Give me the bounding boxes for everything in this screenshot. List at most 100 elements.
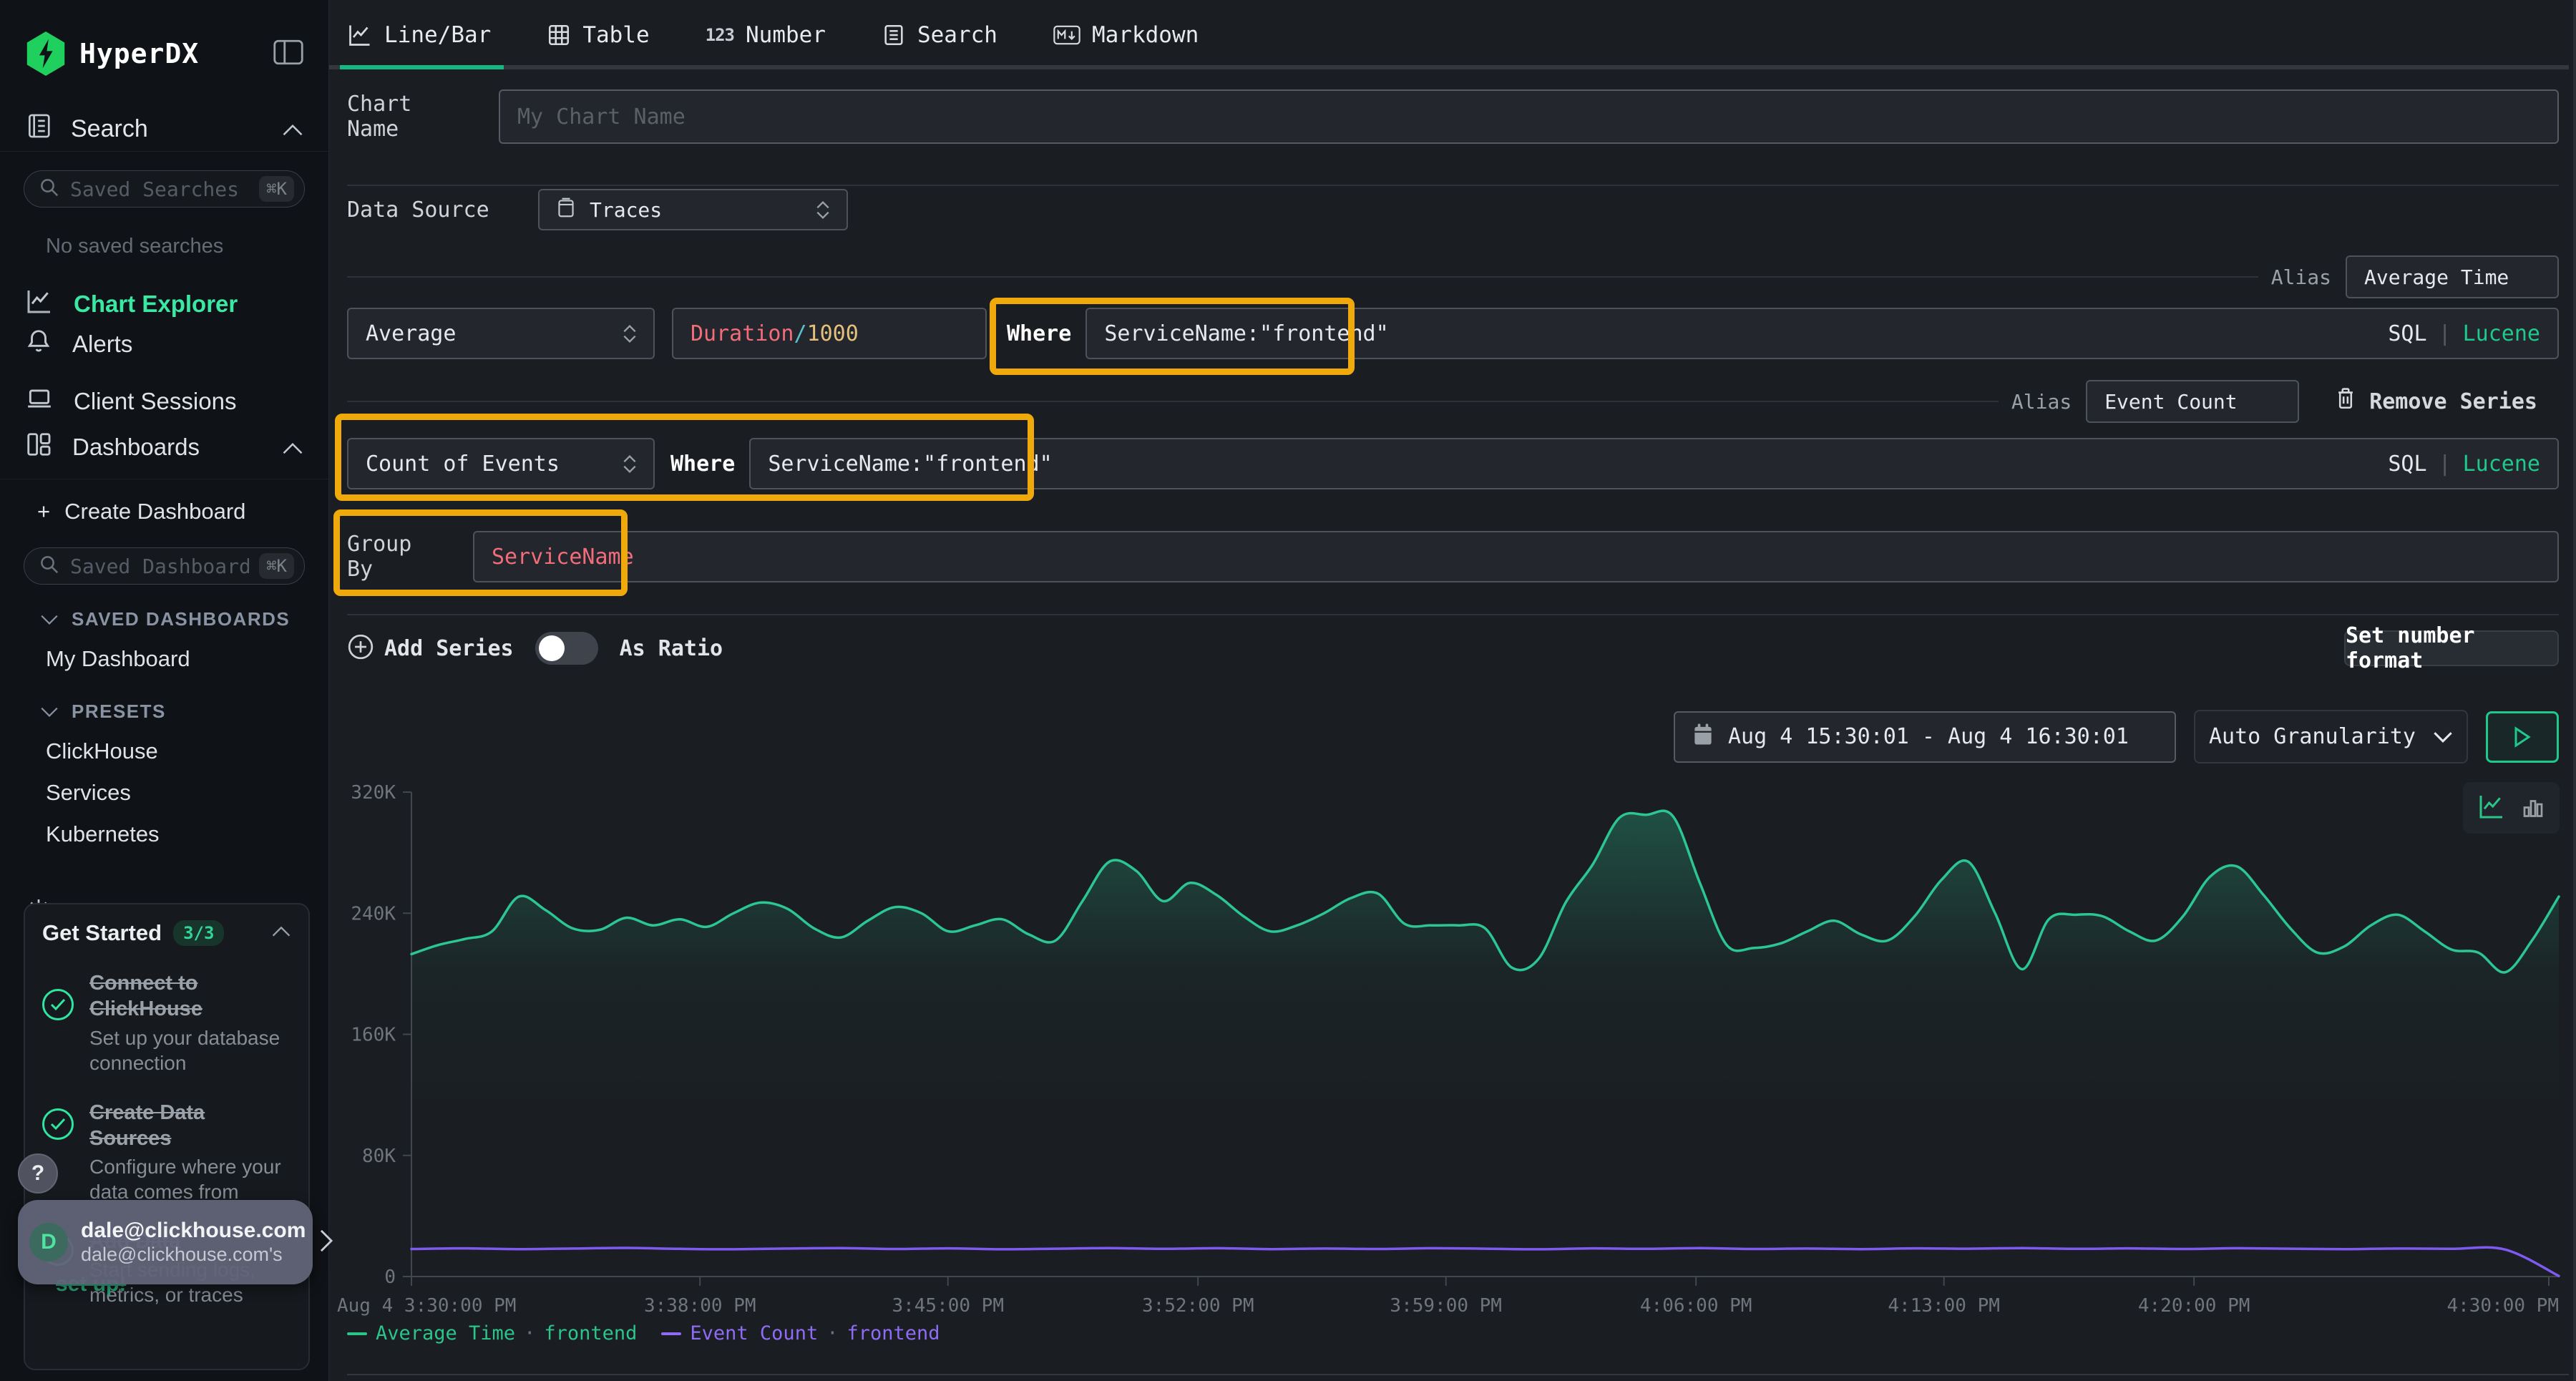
sidebar-item-kubernetes[interactable]: Kubernetes — [46, 821, 328, 847]
sidebar-item-chart-explorer[interactable]: Chart Explorer — [0, 284, 328, 324]
remove-series-button[interactable]: Remove Series — [2335, 386, 2537, 416]
lucene-toggle[interactable]: Lucene — [2463, 321, 2540, 346]
series2-alias-input[interactable] — [2104, 390, 2280, 414]
series1-aggregation-select[interactable]: Average — [347, 308, 655, 359]
trash-icon — [2335, 386, 2356, 416]
legend-group: frontend — [544, 1322, 637, 1345]
field-operator: / — [794, 321, 807, 346]
sidebar-item-clickhouse[interactable]: ClickHouse — [46, 738, 328, 764]
aggregation-value: Count of Events — [366, 452, 560, 477]
nav-label: Client Sessions — [74, 388, 236, 415]
chart-type-toggle[interactable] — [2463, 782, 2560, 834]
tab-line-bar[interactable]: Line/Bar — [347, 0, 491, 69]
table-icon — [547, 23, 571, 47]
sidebar-header: HyperDX — [0, 0, 328, 107]
divider — [347, 614, 2559, 615]
series2-aggregation-select[interactable]: Count of Events — [347, 438, 655, 489]
user-email: dale@clickhouse.com — [81, 1219, 306, 1244]
database-icon — [557, 197, 575, 223]
get-started-title: Get Started — [42, 920, 162, 946]
saved-dashboards-section-header[interactable]: SAVED DASHBOARDS — [40, 608, 328, 630]
chart-name-input[interactable] — [517, 104, 2540, 130]
chevron-up-icon[interactable] — [282, 115, 303, 143]
svg-text:4:30:00 PM: 4:30:00 PM — [2446, 1295, 2559, 1317]
tab-markdown[interactable]: Markdown — [1053, 0, 1199, 69]
series1-where-field[interactable]: ServiceName:"frontend" SQL | Lucene — [1085, 308, 2559, 359]
add-series-button[interactable]: Add Series — [347, 633, 514, 664]
series2-row: Count of Events Where ServiceName:"front… — [347, 438, 2559, 489]
separator: | — [2439, 452, 2451, 477]
chevron-up-icon[interactable] — [282, 434, 303, 461]
sidebar-item-my-dashboard[interactable]: My Dashboard — [46, 646, 328, 672]
tab-search[interactable]: Search — [882, 0, 997, 69]
sidebar-item-dashboards[interactable]: Dashboards — [0, 427, 328, 467]
chart-name-row: Chart Name — [347, 89, 2559, 144]
svg-text:4:20:00 PM: 4:20:00 PM — [2138, 1295, 2250, 1317]
saved-searches-search[interactable]: ⌘K — [24, 170, 305, 208]
plus-icon: + — [37, 499, 50, 524]
select-chevrons-icon — [623, 455, 636, 473]
get-started-item[interactable]: Connect to ClickHouse Set up your databa… — [42, 970, 291, 1075]
sql-toggle[interactable]: SQL — [2388, 452, 2426, 477]
tab-label: Number — [746, 22, 826, 48]
saved-dashboards-search[interactable]: ⌘K — [24, 547, 305, 585]
svg-text:3:38:00 PM: 3:38:00 PM — [644, 1295, 756, 1317]
toggle-knob — [539, 635, 565, 661]
series2-where-field[interactable]: ServiceName:"frontend" SQL | Lucene — [749, 438, 2559, 489]
help-button[interactable]: ? — [18, 1153, 58, 1194]
lucene-toggle[interactable]: Lucene — [2463, 452, 2540, 477]
select-chevrons-icon — [816, 201, 829, 219]
collapse-sidebar-icon[interactable] — [273, 39, 303, 69]
series2-alias-field — [2086, 380, 2299, 423]
date-range-picker[interactable]: Aug 4 15:30:01 - Aug 4 16:30:01 — [1674, 711, 2176, 763]
run-query-button[interactable] — [2486, 711, 2559, 763]
presets-section-header[interactable]: PRESETS — [40, 701, 328, 723]
legend-group: frontend — [847, 1322, 940, 1345]
calendar-icon — [1692, 723, 1714, 751]
separator: · — [524, 1322, 535, 1345]
saved-searches-input[interactable] — [70, 177, 249, 201]
chart-canvas[interactable]: 080K160K240K320KAug 4 3:30:00 PM3:38:00 … — [347, 784, 2559, 1317]
user-subtext: dale@clickhouse.com's — [81, 1243, 306, 1266]
data-source-value: Traces — [590, 198, 662, 222]
set-number-format-button[interactable]: Set number format — [2344, 630, 2559, 666]
sidebar-item-client-sessions[interactable]: Client Sessions — [0, 381, 328, 421]
tab-number[interactable]: 123 Number — [706, 0, 826, 69]
chevron-up-icon[interactable] — [271, 926, 291, 941]
legend-item-event-count[interactable]: Event Count · frontend — [661, 1322, 940, 1345]
number-123-icon: 123 — [706, 25, 734, 45]
get-started-item[interactable]: Create Data Sources Configure where your… — [42, 1100, 291, 1205]
legend-dash — [661, 1332, 681, 1335]
tab-label: Search — [917, 22, 997, 48]
sidebar-item-services[interactable]: Services — [46, 780, 328, 806]
view-tabbar: Line/Bar Table 123 Number Search Markdow… — [329, 0, 2576, 69]
nav-label: Chart Explorer — [74, 291, 238, 318]
data-source-select[interactable]: Traces — [538, 189, 848, 230]
sql-toggle[interactable]: SQL — [2388, 321, 2426, 346]
chevron-down-icon — [2433, 724, 2453, 749]
granularity-select[interactable]: Auto Granularity — [2194, 710, 2468, 763]
saved-dashboards-input[interactable] — [70, 555, 249, 578]
columns-icon — [25, 431, 52, 464]
sidebar-section-search[interactable]: Search — [0, 107, 328, 152]
svg-text:3:45:00 PM: 3:45:00 PM — [892, 1295, 1004, 1317]
scrollbar-track[interactable] — [2573, 0, 2576, 1381]
as-ratio-toggle[interactable] — [535, 632, 598, 665]
data-source-row: Data Source Traces — [347, 189, 2559, 230]
group-by-field[interactable]: ServiceName — [473, 531, 2559, 582]
sidebar-item-alerts[interactable]: Alerts — [0, 324, 328, 364]
sidebar-search-label: Search — [71, 115, 148, 143]
series1-where-value: ServiceName:"frontend" — [1104, 321, 1388, 346]
group-by-label: Group By — [347, 532, 450, 582]
series1-field-input[interactable]: Duration/1000 — [672, 308, 987, 359]
bar-chart-icon — [2520, 794, 2546, 823]
create-dashboard-button[interactable]: + Create Dashboard — [0, 495, 328, 528]
separator: | — [2439, 321, 2451, 346]
user-menu[interactable]: D dale@clickhouse.com dale@clickhouse.co… — [18, 1200, 313, 1284]
hyperdx-logo[interactable]: HyperDX — [25, 31, 199, 76]
chevron-down-icon — [40, 701, 59, 723]
field-number: 1000 — [807, 321, 859, 346]
tab-table[interactable]: Table — [547, 0, 649, 69]
legend-item-average-time[interactable]: Average Time · frontend — [347, 1322, 637, 1345]
series1-alias-input[interactable] — [2364, 265, 2540, 289]
